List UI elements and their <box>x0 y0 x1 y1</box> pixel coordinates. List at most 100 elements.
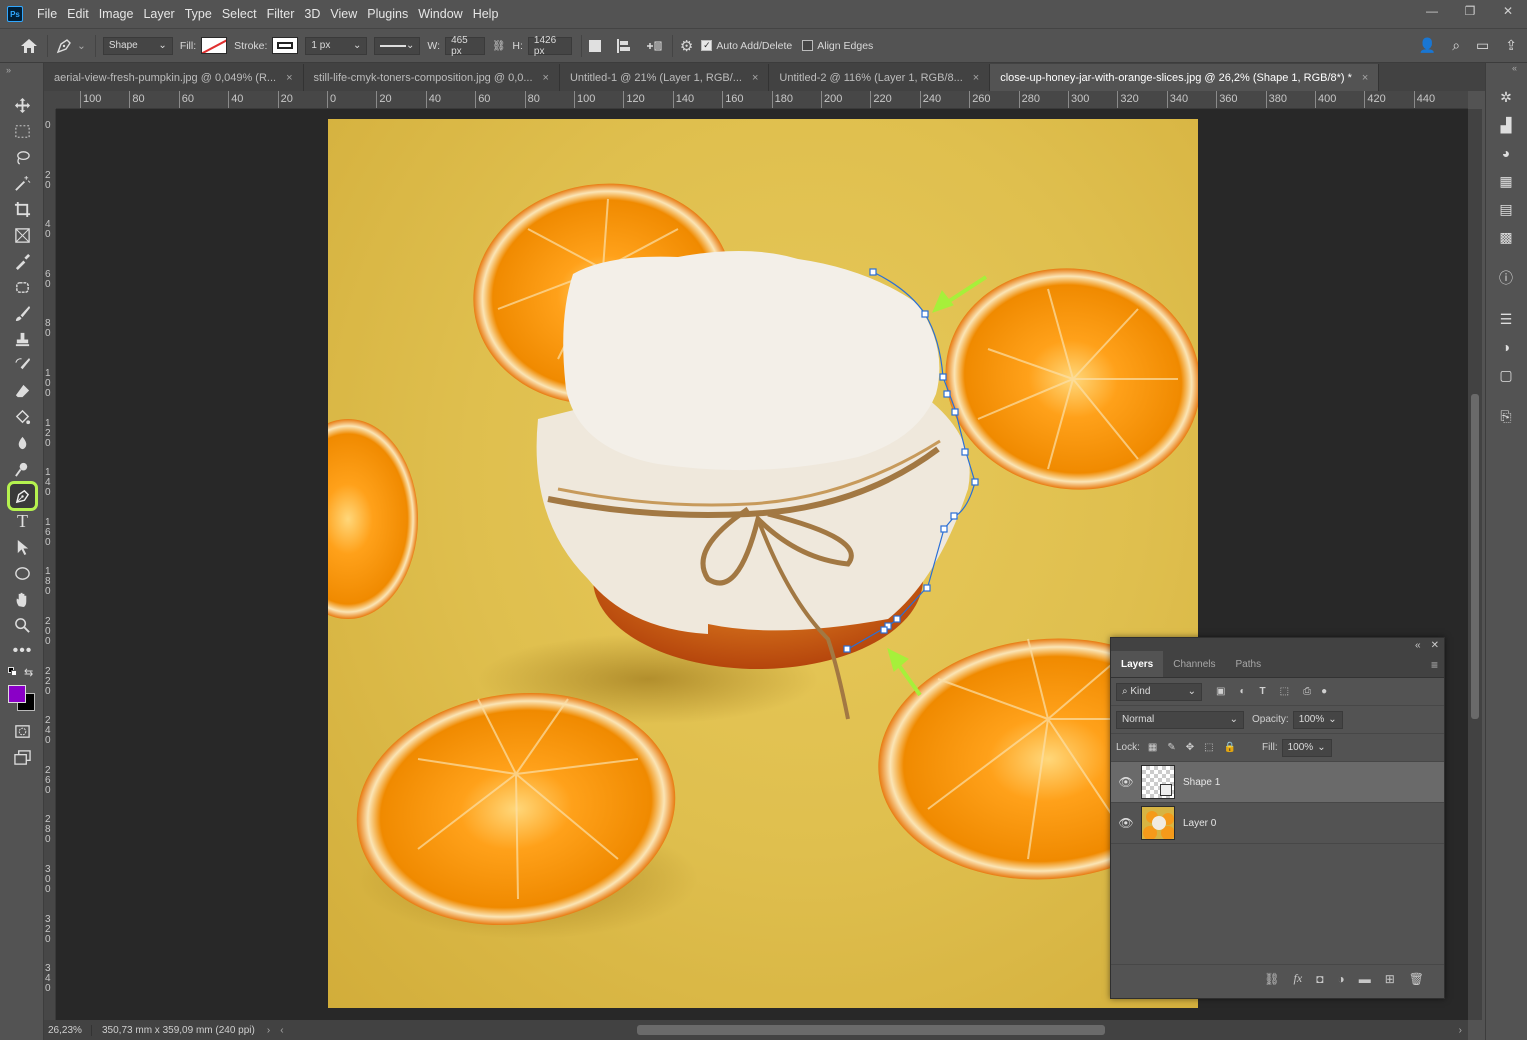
layer-mask-icon[interactable]: ◘ <box>1316 972 1323 986</box>
fill-opacity-field[interactable]: 100% ⌄ <box>1281 738 1332 757</box>
healing-brush-icon[interactable] <box>9 275 36 299</box>
tab-untitled-2[interactable]: Untitled-2 @ 116% (Layer 1, RGB/8... × <box>769 64 991 91</box>
gear-icon[interactable]: ⚙ <box>680 37 693 55</box>
link-icon[interactable]: ⛓ <box>492 39 505 52</box>
layer-name[interactable]: Layer 0 <box>1183 818 1216 829</box>
opacity-field[interactable]: 100% ⌄ <box>1292 710 1343 729</box>
filter-pixel-icon[interactable]: ▣ <box>1216 686 1225 697</box>
lock-position-icon[interactable]: ✥ <box>1186 742 1194 753</box>
more-tools-icon[interactable]: ••• <box>9 639 36 663</box>
tab-paths[interactable]: Paths <box>1226 651 1272 677</box>
frame-tool-icon[interactable] <box>9 223 36 247</box>
blur-tool-icon[interactable] <box>9 431 36 455</box>
tool-mode-dropdown[interactable]: Shape ⌄ <box>102 36 173 55</box>
restore-button[interactable]: ❐ <box>1451 0 1489 22</box>
filter-toggle-icon[interactable]: ● <box>1321 686 1327 697</box>
panel-menu-icon[interactable]: ≡ <box>1431 658 1438 672</box>
tab-channels[interactable]: Channels <box>1163 651 1225 677</box>
lasso-tool-icon[interactable] <box>9 145 36 169</box>
home-icon[interactable] <box>20 38 38 54</box>
tab-toners[interactable]: still-life-cmyk-toners-composition.jpg @… <box>303 64 560 91</box>
close-panel-icon[interactable]: ✕ <box>1431 640 1439 651</box>
path-operations-icon[interactable] <box>588 39 601 52</box>
layer-row-layer-0[interactable]: 👁 Layer 0 <box>1111 803 1444 844</box>
default-colors-icon[interactable] <box>8 667 18 677</box>
menu-plugins[interactable]: Plugins <box>362 7 413 21</box>
menu-window[interactable]: Window <box>413 7 467 21</box>
tab-untitled-1[interactable]: Untitled-1 @ 21% (Layer 1, RGB/... × <box>559 64 770 91</box>
tab-layers[interactable]: Layers <box>1111 651 1164 677</box>
brush-tool-icon[interactable] <box>9 301 36 325</box>
close-tab-icon[interactable]: × <box>752 72 758 84</box>
screen-mode-icon[interactable] <box>9 745 36 769</box>
libraries-icon[interactable]: ▢ <box>1496 365 1516 385</box>
menu-image[interactable]: Image <box>94 7 139 21</box>
chevron-right-icon[interactable]: › <box>267 1025 270 1036</box>
brush-settings-icon[interactable]: ✲ <box>1496 87 1516 107</box>
group-folder-icon[interactable]: ▬ <box>1359 972 1371 986</box>
tab-pumpkin[interactable]: aerial-view-fresh-pumpkin.jpg @ 0,049% (… <box>44 64 304 91</box>
filter-shape-icon[interactable]: ⬚ <box>1280 686 1289 697</box>
scroll-right-icon[interactable]: › <box>1459 1025 1462 1036</box>
type-tool-icon[interactable]: T <box>9 509 36 533</box>
menu-type[interactable]: Type <box>180 7 217 21</box>
path-selection-icon[interactable] <box>9 535 36 559</box>
move-tool-icon[interactable] <box>9 93 36 117</box>
filter-kind-dropdown[interactable]: ⌕ Kind ⌄ <box>1116 682 1202 701</box>
menu-3d[interactable]: 3D <box>299 7 325 21</box>
magic-wand-icon[interactable] <box>9 171 36 195</box>
pen-tool-icon[interactable] <box>7 481 38 511</box>
history-brush-icon[interactable] <box>9 353 36 377</box>
auto-add-delete-checkbox[interactable]: ✓ <box>701 40 713 51</box>
swap-colors-icon[interactable]: ⇆ <box>24 666 33 679</box>
vertical-scrollbar[interactable] <box>1468 109 1482 1020</box>
layer-name[interactable]: Shape 1 <box>1183 777 1220 788</box>
menu-select[interactable]: Select <box>217 7 262 21</box>
lock-transparent-icon[interactable]: ▦ <box>1148 742 1157 753</box>
quick-mask-icon[interactable] <box>9 719 36 743</box>
layer-row-shape-1[interactable]: 👁 Shape 1 <box>1111 762 1444 803</box>
menu-edit[interactable]: Edit <box>62 7 94 21</box>
close-window-button[interactable]: ✕ <box>1489 0 1527 22</box>
menu-help[interactable]: Help <box>468 7 504 21</box>
adjustment-layer-icon[interactable]: ◑ <box>1337 972 1344 986</box>
search-icon[interactable]: ⌕ <box>1452 37 1460 54</box>
close-tab-icon[interactable]: × <box>973 72 979 84</box>
lock-all-icon[interactable]: 🔒 <box>1224 742 1236 753</box>
filter-adjustment-icon[interactable]: ◐ <box>1239 686 1245 697</box>
dodge-tool-icon[interactable] <box>9 457 36 481</box>
trash-icon[interactable]: 🗑 <box>1409 972 1424 986</box>
path-alignment-icon[interactable] <box>615 38 631 54</box>
paint-bucket-icon[interactable] <box>9 405 36 429</box>
ellipse-tool-icon[interactable] <box>9 561 36 585</box>
workspace-icon[interactable]: ▭ <box>1476 37 1489 54</box>
horizontal-ruler[interactable]: 100 80 60 40 20 0 20 40 60 80 100 120 140 160 180 200 22… <box>56 91 1468 109</box>
hand-tool-icon[interactable] <box>9 587 36 611</box>
stroke-width-field[interactable]: 1 px ⌄ <box>305 36 368 55</box>
histogram-icon[interactable]: ▟ <box>1496 115 1516 135</box>
info-icon[interactable]: ⓘ <box>1496 268 1516 288</box>
menu-view[interactable]: View <box>325 7 362 21</box>
collapse-icon[interactable]: » <box>6 65 11 75</box>
properties-icon[interactable]: ☰ <box>1496 309 1516 329</box>
menu-filter[interactable]: Filter <box>262 7 300 21</box>
gradients-icon[interactable]: ▤ <box>1496 199 1516 219</box>
foreground-color-swatch[interactable] <box>8 685 26 703</box>
zoom-level[interactable]: 26,23% <box>44 1024 92 1036</box>
share-icon[interactable]: ⇪ <box>1505 37 1517 54</box>
filter-type-icon[interactable]: T <box>1260 686 1266 697</box>
collapse-panel-icon[interactable]: « <box>1415 640 1421 651</box>
lock-artboard-icon[interactable]: ⬚ <box>1204 742 1213 753</box>
close-tab-icon[interactable]: × <box>1362 72 1368 84</box>
stroke-swatch[interactable] <box>272 37 299 54</box>
minimize-button[interactable]: — <box>1413 0 1451 22</box>
history-icon[interactable]: ⎘ <box>1496 406 1516 426</box>
user-icon[interactable]: 👤 <box>1419 37 1436 54</box>
fx-icon[interactable]: fx <box>1294 971 1303 986</box>
filter-smart-object-icon[interactable]: ⎙ <box>1303 686 1311 697</box>
marquee-tool-icon[interactable] <box>9 119 36 143</box>
patterns-icon[interactable]: ▩ <box>1496 227 1516 247</box>
document-image[interactable] <box>328 119 1198 1008</box>
link-layers-icon[interactable]: ⛓ <box>1264 972 1279 986</box>
eraser-icon[interactable] <box>9 379 36 403</box>
